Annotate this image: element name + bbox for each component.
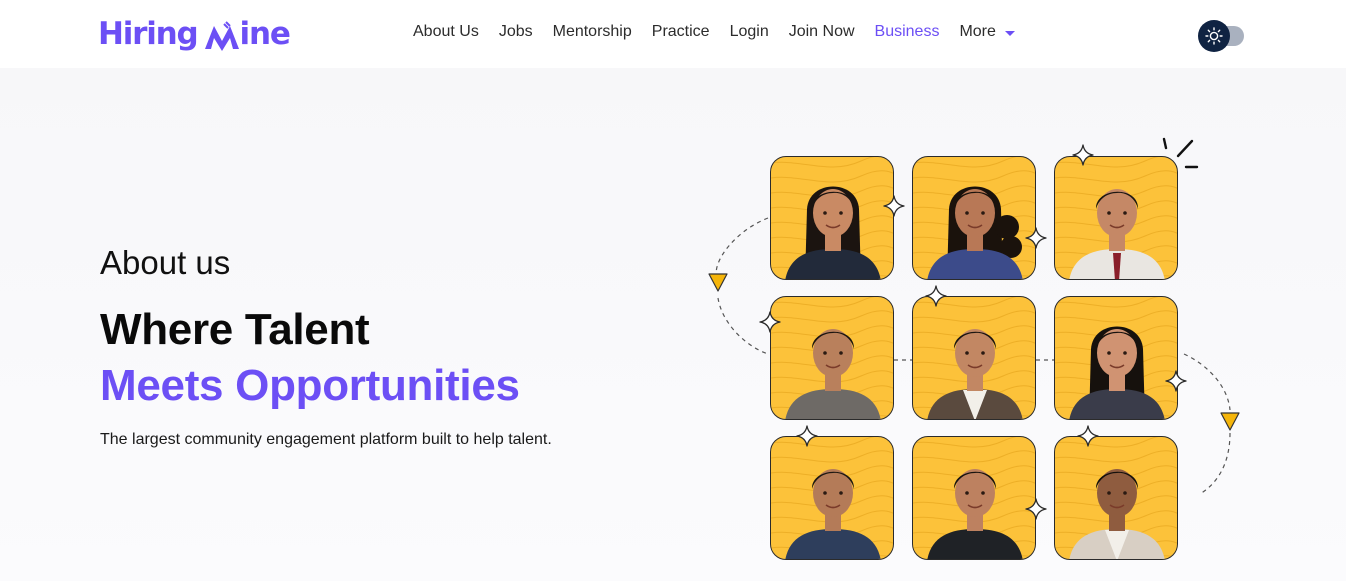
person-photo-card	[912, 436, 1036, 560]
logo-text-ine: ine	[239, 16, 291, 52]
headline-line-1: Where Talent	[100, 305, 370, 354]
marker-right	[1220, 412, 1240, 431]
sun-icon	[1205, 27, 1223, 45]
person-portrait	[785, 329, 881, 419]
nav-more-label: More	[959, 23, 996, 40]
person-photo-card	[1054, 436, 1178, 560]
nav-jobs[interactable]: Jobs	[499, 23, 533, 41]
headline-line-2: Meets Opportunities	[100, 361, 520, 410]
person-portrait	[927, 469, 1023, 559]
toggle-knob	[1198, 20, 1230, 52]
hero-tagline: The largest community engagement platfor…	[100, 431, 552, 448]
logo-text-hiring: Hiring	[98, 16, 199, 52]
nav-practice[interactable]: Practice	[652, 23, 710, 41]
person-photo-card	[770, 296, 894, 420]
nav-more-dropdown[interactable]: More	[959, 23, 1015, 41]
navbar: Hiring ine About Us Jobs Mentorship Prac…	[0, 0, 1346, 68]
brand-logo[interactable]: Hiring ine	[98, 14, 291, 54]
logo-m-mountain-icon	[204, 21, 239, 51]
person-photo-card	[912, 156, 1036, 280]
person-portrait	[927, 186, 1023, 279]
person-portrait	[1069, 469, 1165, 559]
theme-toggle[interactable]	[1198, 20, 1246, 52]
person-portrait	[1069, 326, 1165, 419]
person-photo-card	[1054, 156, 1178, 280]
nav-mentorship[interactable]: Mentorship	[553, 23, 632, 41]
section-label: About us	[100, 244, 231, 281]
marker-left	[708, 273, 728, 292]
person-portrait	[927, 329, 1023, 419]
person-photo-card	[912, 296, 1036, 420]
nav-login[interactable]: Login	[730, 23, 769, 41]
person-portrait	[785, 469, 881, 559]
nav-join-now[interactable]: Join Now	[789, 23, 855, 41]
people-grid-illustration	[700, 128, 1260, 568]
person-photo-card	[770, 156, 894, 280]
person-portrait	[1069, 189, 1165, 279]
person-photo-card	[1054, 296, 1178, 420]
main-nav: About Us Jobs Mentorship Practice Login …	[413, 23, 1015, 41]
nav-business[interactable]: Business	[875, 23, 940, 41]
chevron-down-icon	[1004, 30, 1015, 36]
nav-about-us[interactable]: About Us	[413, 23, 479, 41]
person-photo-card	[770, 436, 894, 560]
person-portrait	[785, 186, 881, 279]
